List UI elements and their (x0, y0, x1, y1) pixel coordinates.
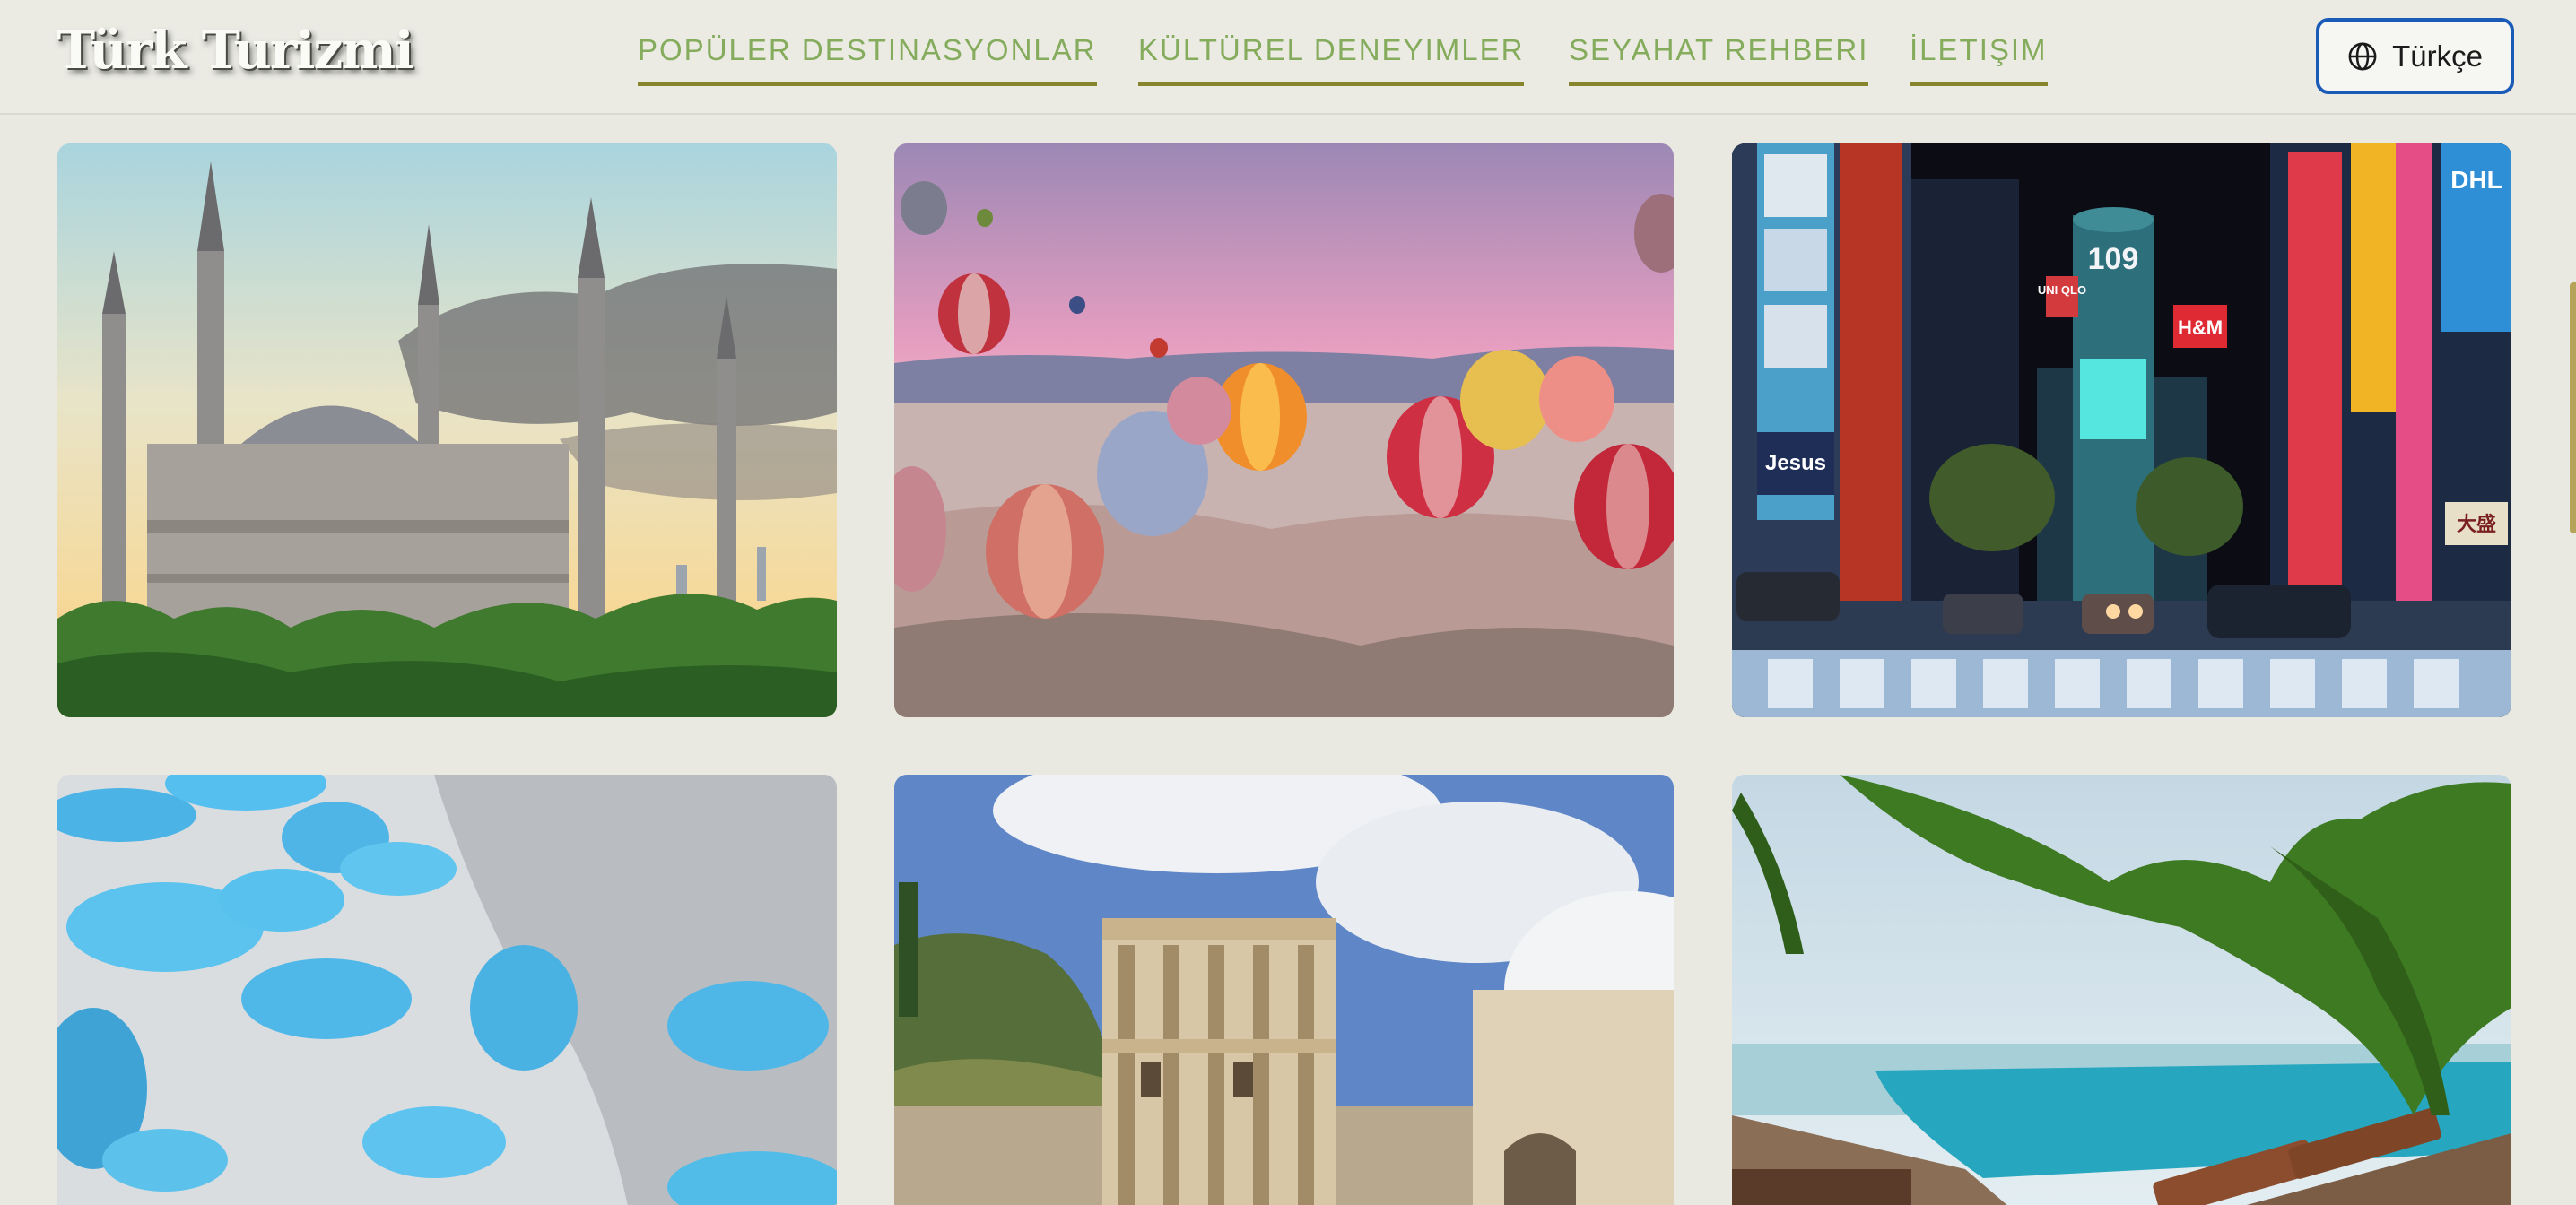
scrollbar-thumb[interactable] (2570, 282, 2576, 533)
gallery-card-neon-city[interactable]: Jesus 109 UNI QLO H&M DHL 大盛 (1732, 143, 2511, 717)
sign-kanji: 大盛 (2457, 513, 2496, 536)
sign-dhl: DHL (2450, 166, 2502, 194)
site-header: Türk Turizmi POPÜLER DESTINASYONLAR KÜLT… (0, 0, 2576, 115)
gallery-card-cappadocia[interactable] (894, 143, 1674, 717)
gallery-card-pamukkale[interactable] (57, 775, 837, 1205)
sign-jesus: Jesus (1765, 451, 1826, 475)
blue-mosque-image (57, 143, 837, 717)
neon-city-image: Jesus 109 UNI QLO H&M DHL 大盛 (1732, 143, 2511, 717)
language-label: Türkçe (2392, 39, 2483, 73)
resort-pool-image (1732, 775, 2511, 1205)
nav-link-contact[interactable]: İLETIŞIM (1910, 30, 2048, 86)
sign-uniqlo: UNI QLO (2038, 283, 2086, 297)
page: Türk Turizmi POPÜLER DESTINASYONLAR KÜLT… (0, 0, 2576, 1205)
gallery-card-ephesus[interactable] (894, 775, 1674, 1205)
gallery-card-resort[interactable] (1732, 775, 2511, 1205)
nav-link-popular-destinations[interactable]: POPÜLER DESTINASYONLAR (638, 30, 1097, 86)
site-logo[interactable]: Türk Turizmi (57, 20, 414, 81)
language-selector-button[interactable]: Türkçe (2316, 18, 2514, 94)
nav-link-cultural-experiences[interactable]: KÜLTÜREL DENEYIMLER (1138, 30, 1525, 86)
globe-icon (2348, 42, 2377, 70)
sign-109: 109 (2088, 242, 2139, 276)
ephesus-library-image (894, 775, 1674, 1205)
nav-link-travel-guide[interactable]: SEYAHAT REHBERI (1569, 30, 1869, 86)
gallery-card-blue-mosque[interactable] (57, 143, 837, 717)
pamukkale-image (57, 775, 837, 1205)
sign-hm: H&M (2178, 316, 2223, 339)
cappadocia-image (894, 143, 1674, 717)
